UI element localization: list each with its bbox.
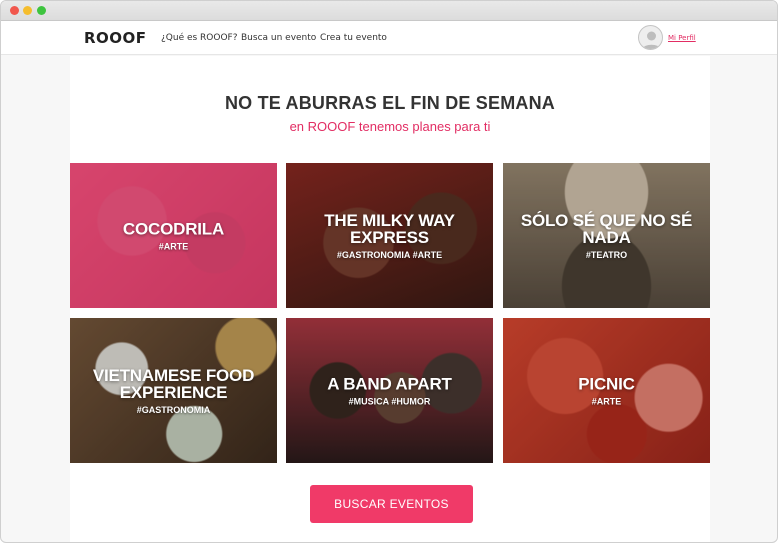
event-title: PICNIC [578,374,635,393]
maximize-window-icon[interactable] [37,6,46,15]
site-logo[interactable]: ROOOF [84,29,147,47]
nav-link-what-is[interactable]: ¿Qué es ROOOF? [161,33,238,43]
event-title: VIETNAMESE FOOD EXPERIENCE [92,365,255,402]
event-card-vietnamese-food[interactable]: VIETNAMESE FOOD EXPERIENCE #GASTRONOMIA [70,318,277,463]
page-headline: NO TE ABURRAS EL FIN DE SEMANA [224,93,556,113]
event-tags: #TEATRO [585,249,628,260]
event-title: A BAND APART [327,374,452,393]
nav-link-find-event[interactable]: Busca un evento [241,33,316,43]
event-tags: #ARTE [591,396,622,406]
profile-link[interactable]: Mi Perfil [668,34,696,42]
event-card-milky-way[interactable]: THE MILKY WAY EXPRESS #GASTRONOMIA #ARTE [286,163,493,308]
browser-window: ROOOF ¿Qué es ROOOF? Busca un evento Cre… [0,0,778,543]
event-card-cocodrila[interactable]: COCODRILA #ARTE [70,163,277,308]
event-tags: #ARTE [158,241,189,251]
page-subheadline: en ROOOF tenemos planes para ti [289,119,491,134]
event-caption: THE MILKY WAY EXPRESS #GASTRONOMIA #ARTE [292,212,487,260]
event-tags: #GASTRONOMIA #ARTE [336,249,443,260]
event-caption: PICNIC #ARTE [509,375,704,406]
event-card-band-apart[interactable]: A BAND APART #MUSICA #HUMOR [286,318,493,463]
user-avatar-icon[interactable] [638,25,663,50]
event-caption: SÓLO SÉ QUE NO SÉ NADA #TEATRO [509,212,704,260]
event-title: SÓLO SÉ QUE NO SÉ NADA [520,210,693,247]
minimize-window-icon[interactable] [23,6,32,15]
event-title: THE MILKY WAY EXPRESS [324,210,455,247]
event-caption: COCODRILA #ARTE [76,220,271,251]
event-tags: #GASTRONOMIA [136,404,211,415]
top-navigation: ROOOF ¿Qué es ROOOF? Busca un evento Cre… [1,21,777,55]
event-caption: A BAND APART #MUSICA #HUMOR [292,375,487,406]
event-title: COCODRILA [122,219,225,238]
window-titlebar [1,1,777,21]
event-card-picnic[interactable]: PICNIC #ARTE [503,318,710,463]
search-events-button[interactable]: BUSCAR EVENTOS [310,485,473,523]
event-caption: VIETNAMESE FOOD EXPERIENCE #GASTRONOMIA [76,367,271,415]
close-window-icon[interactable] [10,6,19,15]
event-card-solo-se[interactable]: SÓLO SÉ QUE NO SÉ NADA #TEATRO [503,163,710,308]
nav-link-create-event[interactable]: Crea tu evento [320,33,387,43]
event-tags: #MUSICA #HUMOR [348,396,431,406]
